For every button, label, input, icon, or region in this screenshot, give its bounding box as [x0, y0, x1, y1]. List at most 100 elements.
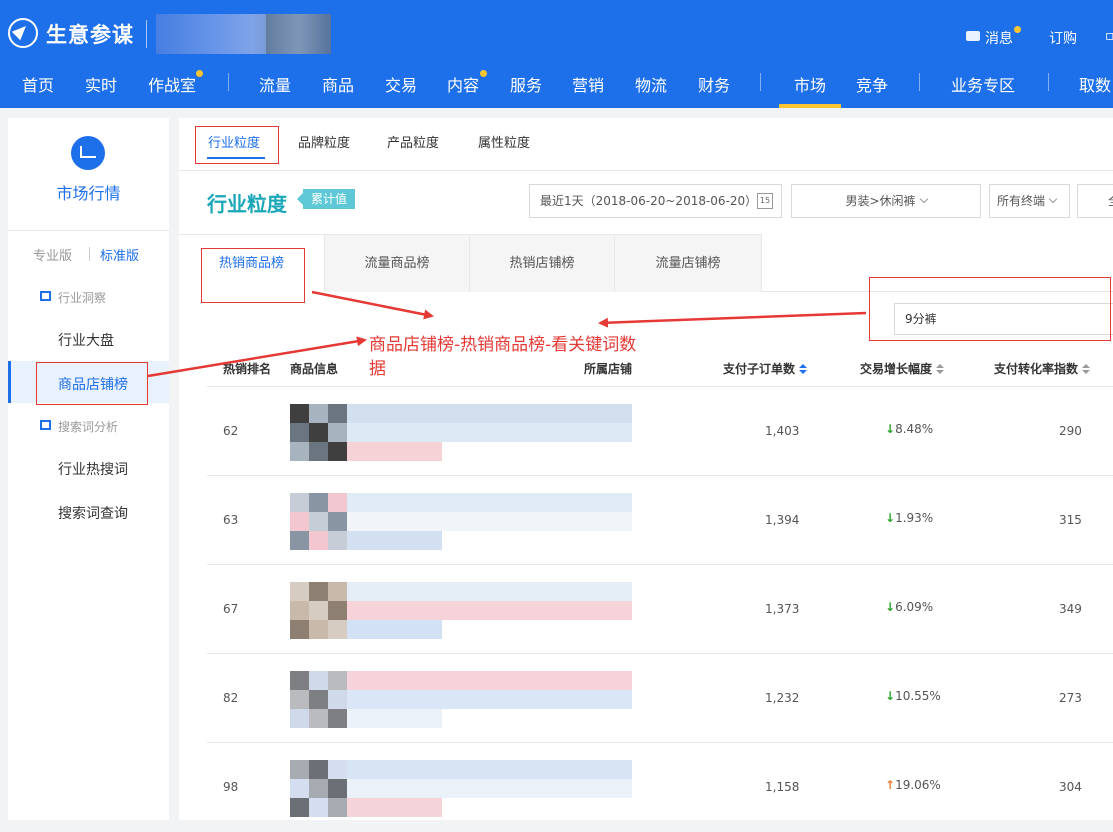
growth-value: 6.09%	[895, 600, 934, 614]
product-thumbnail[interactable]	[290, 582, 347, 639]
category-select[interactable]: 男装>休闲裤	[791, 184, 981, 218]
col-orders-label: 支付子订单数	[723, 362, 796, 376]
annotation-box-search	[869, 277, 1111, 341]
product-thumbnail[interactable]	[290, 760, 347, 817]
cumulative-badge: 累计值	[296, 189, 356, 209]
annotation-text: 商品店铺榜-热销商品榜-看关键词数据	[369, 335, 637, 379]
nav-finance[interactable]: 财务	[698, 72, 730, 96]
chart-glyph-icon	[80, 146, 96, 158]
nav-realtime[interactable]: 实时	[85, 72, 117, 96]
conversion-cell: 273	[1059, 691, 1082, 705]
rank-cell: 62	[223, 424, 239, 438]
annotation-box-sidebar	[36, 362, 148, 405]
sort-icon[interactable]	[799, 363, 808, 374]
tab-product[interactable]: 产品粒度	[387, 132, 439, 151]
terminal-select[interactable]: 所有终端	[989, 184, 1070, 218]
orders-cell: 1,394	[765, 513, 800, 527]
industry-insight-icon	[40, 291, 51, 301]
sidebar: 市场行情 专业版 标准版 行业洞察 行业大盘 商品店铺榜 搜索词分析 行业热搜词…	[8, 118, 169, 820]
subtab-traffic-products[interactable]: 流量商品榜	[325, 234, 470, 292]
sidebar-item-industry-overview[interactable]: 行业大盘	[58, 330, 114, 350]
category-value: 男装>休闲裤	[845, 194, 916, 208]
growth-cell: ↓8.48%	[885, 422, 933, 436]
product-title-blurred[interactable]	[347, 493, 677, 553]
sidebar-active-bar	[8, 361, 11, 403]
nav-content[interactable]: 内容	[447, 72, 479, 96]
chevron-down-icon	[919, 194, 928, 204]
sort-icon[interactable]	[1082, 363, 1091, 374]
nav-market[interactable]: 市场	[794, 72, 826, 96]
nav-warroom[interactable]: 作战室	[148, 72, 196, 96]
product-thumbnail[interactable]	[290, 493, 347, 550]
calendar-icon[interactable]: 15	[757, 193, 773, 209]
orders-cell: 1,158	[765, 780, 800, 794]
arrow-down-icon: ↓	[885, 422, 896, 436]
nav-products[interactable]: 商品	[322, 72, 354, 96]
nav-service[interactable]: 服务	[510, 72, 542, 96]
rank-cell: 82	[223, 691, 239, 705]
more-util-link[interactable]: ▫	[1105, 28, 1113, 44]
conversion-cell: 315	[1059, 513, 1082, 527]
product-title-blurred[interactable]	[347, 671, 677, 731]
nav-home[interactable]: 首页	[22, 72, 54, 96]
main-panel: 行业粒度 品牌粒度 产品粒度 属性粒度 行业粒度 累计值 最近1天（2018-0…	[179, 118, 1113, 820]
brand-name: 生意参谋	[46, 23, 134, 47]
arrow-down-icon: ↓	[885, 689, 896, 703]
nav-divider	[228, 73, 229, 91]
nav-content-dot	[480, 70, 487, 77]
version-pro-tab[interactable]: 专业版	[33, 245, 72, 264]
messages-link[interactable]: 消息	[985, 28, 1013, 48]
product-thumbnail[interactable]	[290, 671, 347, 728]
tab-brand[interactable]: 品牌粒度	[298, 132, 350, 151]
product-title-blurred[interactable]	[347, 582, 677, 642]
subtab-traffic-shops[interactable]: 流量店铺榜	[615, 234, 762, 292]
nav-active-indicator	[779, 104, 841, 108]
nav-divider	[760, 73, 761, 91]
growth-value: 19.06%	[895, 778, 941, 792]
version-divider	[89, 247, 90, 261]
col-conversion[interactable]: 支付转化率指数	[994, 360, 1091, 377]
product-thumbnail[interactable]	[290, 404, 347, 461]
col-orders[interactable]: 支付子订单数	[723, 360, 808, 377]
date-range-picker[interactable]: 最近1天（2018-06-20~2018-06-20） 15	[529, 184, 782, 218]
col-growth-label: 交易增长幅度	[860, 362, 933, 376]
more-select[interactable]: 全	[1077, 184, 1113, 218]
terminal-value: 所有终端	[997, 194, 1046, 208]
orders-cell: 1,373	[765, 602, 800, 616]
rank-cell: 67	[223, 602, 239, 616]
col-rank: 热销排名	[223, 362, 272, 376]
nav-trade[interactable]: 交易	[385, 72, 417, 96]
arrow-down-icon: ↓	[885, 600, 896, 614]
sidebar-item-hot-search[interactable]: 行业热搜词	[58, 459, 128, 479]
annotation-box-hot-products	[201, 248, 305, 303]
version-standard-tab[interactable]: 标准版	[100, 245, 139, 264]
product-title-blurred[interactable]	[347, 760, 677, 820]
sidebar-item-search-query[interactable]: 搜索词查询	[58, 503, 128, 523]
product-title-blurred[interactable]	[347, 404, 677, 464]
sidebar-divider	[8, 230, 169, 231]
growth-value: 1.93%	[895, 511, 934, 525]
sort-icon[interactable]	[936, 363, 945, 374]
search-analysis-icon	[40, 420, 51, 430]
conversion-cell: 290	[1059, 424, 1082, 438]
nav-marketing[interactable]: 营销	[572, 72, 604, 96]
tab-attribute[interactable]: 属性粒度	[478, 132, 530, 151]
subscribe-link[interactable]: 订购	[1049, 28, 1077, 48]
subtab-hot-shops[interactable]: 热销店铺榜	[470, 234, 615, 292]
nav-business-zone[interactable]: 业务专区	[951, 72, 1015, 96]
rank-cell: 63	[223, 513, 239, 527]
growth-cell: ↓10.55%	[885, 689, 941, 703]
more-select-value: 全	[1108, 194, 1113, 208]
growth-cell: ↓1.93%	[885, 511, 933, 525]
nav-traffic[interactable]: 流量	[259, 72, 291, 96]
nav-data-fetch[interactable]: 取数	[1079, 72, 1111, 96]
nav-logistics[interactable]: 物流	[635, 72, 667, 96]
col-growth[interactable]: 交易增长幅度	[860, 360, 945, 377]
sidebar-group-search: 搜索词分析	[58, 420, 119, 434]
nav-competition[interactable]: 竞争	[856, 72, 888, 96]
page-title: 行业粒度	[207, 192, 287, 216]
sidebar-group-industry: 行业洞察	[58, 291, 107, 305]
message-icon[interactable]	[966, 31, 980, 41]
nav-warroom-dot	[196, 70, 203, 77]
orders-cell: 1,403	[765, 424, 800, 438]
